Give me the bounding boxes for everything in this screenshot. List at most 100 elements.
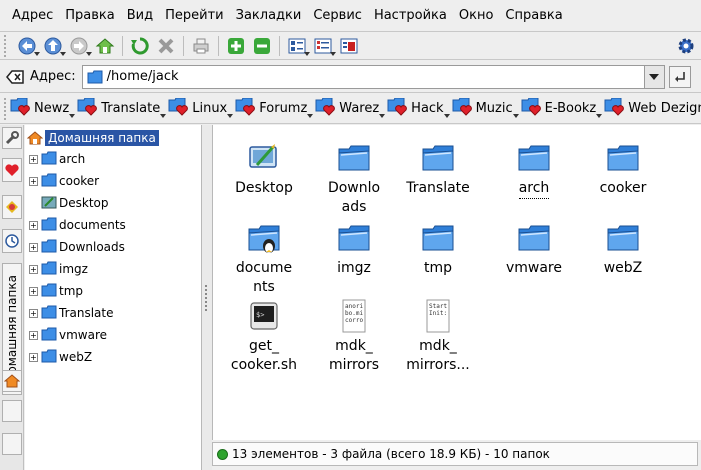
folder-icon xyxy=(395,135,481,175)
bookmark-folder-e-bookz[interactable]: E-Bookz xyxy=(521,97,603,121)
stop-button[interactable] xyxy=(153,34,179,58)
minus-icon xyxy=(254,38,270,54)
tree-item-webz[interactable]: + webZ xyxy=(29,347,92,367)
tree-item-desktop[interactable]: Desktop xyxy=(29,193,109,213)
tree-item-label: imgz xyxy=(59,262,88,276)
file-item[interactable]: anori bo.mi corro mdk_ mirrors xyxy=(311,293,397,375)
sidebar-home-icon-tab[interactable] xyxy=(2,370,22,392)
menu-view[interactable]: Вид xyxy=(121,5,159,27)
sidebar-extra-tab[interactable] xyxy=(2,400,22,422)
bookmarks-toolbar: Newz Translate Linux Forumz Warez Hack Muzic E-… xyxy=(0,94,701,124)
tree-item-tmp[interactable]: + tmp xyxy=(29,281,83,301)
split-view-button[interactable] xyxy=(336,34,362,58)
expand-toggle-icon[interactable]: + xyxy=(29,264,38,274)
file-item[interactable]: imgz xyxy=(311,215,397,278)
menu-settings[interactable]: Настройка xyxy=(368,5,453,27)
bookmarks-grip[interactable] xyxy=(4,97,6,120)
tree-item-cooker[interactable]: + cooker xyxy=(29,171,99,191)
bookmark-folder-muzic[interactable]: Muzic xyxy=(452,97,519,121)
reload-button[interactable] xyxy=(127,34,153,58)
menu-bookmarks[interactable]: Закладки xyxy=(230,5,308,27)
menu-go[interactable]: Перейти xyxy=(159,5,230,27)
file-item[interactable]: docume nts xyxy=(221,215,307,297)
location-input[interactable]: /home/jack xyxy=(81,64,645,89)
file-item[interactable]: cooker xyxy=(580,135,666,198)
menu-edit[interactable]: Правка xyxy=(59,5,120,27)
sidebar-bookmarks-tab[interactable] xyxy=(2,158,22,182)
folder-icon xyxy=(491,215,577,255)
tree-item-downloads[interactable]: + Downloads xyxy=(29,237,125,257)
text-file-icon: Start Init: xyxy=(395,293,481,333)
forward-button[interactable] xyxy=(66,34,92,58)
zoom-in-button[interactable] xyxy=(223,34,249,58)
print-button[interactable] xyxy=(188,34,214,58)
icon-view-button[interactable] xyxy=(284,34,310,58)
file-item[interactable]: Translate xyxy=(395,135,481,198)
file-item[interactable]: tmp xyxy=(395,215,481,278)
tree-root[interactable]: Домашняя папка xyxy=(27,128,159,148)
file-item[interactable]: Start Init: mdk_ mirrors... xyxy=(395,293,481,375)
bookmark-label: Forumz xyxy=(259,101,308,116)
sidebar-devices-tab[interactable] xyxy=(2,195,22,219)
list-view-button[interactable] xyxy=(310,34,336,58)
bookmark-folder-translate[interactable]: Translate xyxy=(77,97,167,121)
tree-item-vmware[interactable]: + vmware xyxy=(29,325,107,345)
sidebar-config-tab[interactable] xyxy=(2,127,22,149)
file-item[interactable]: Downlo ads xyxy=(311,135,397,217)
expand-toggle-icon[interactable]: + xyxy=(29,330,38,340)
file-item[interactable]: Desktop xyxy=(221,135,307,198)
expand-toggle-icon[interactable]: + xyxy=(29,352,38,362)
file-label-line1: mdk_ xyxy=(335,338,373,354)
sidebar-extra-tab-2[interactable] xyxy=(2,433,22,455)
zoom-out-button[interactable] xyxy=(249,34,275,58)
tree-item-documents[interactable]: + documents xyxy=(29,215,126,235)
expand-toggle-icon[interactable]: + xyxy=(29,220,38,230)
bookmark-folder-icon xyxy=(315,97,337,120)
expand-toggle-icon[interactable]: + xyxy=(29,176,38,186)
expand-toggle-icon[interactable]: + xyxy=(29,308,38,318)
up-button[interactable] xyxy=(40,34,66,58)
file-label-line1: Downlo xyxy=(327,180,381,196)
go-button[interactable] xyxy=(668,65,691,88)
menu-address[interactable]: Адрес xyxy=(6,5,59,27)
menu-tools[interactable]: Сервис xyxy=(307,5,368,27)
clear-location-button[interactable] xyxy=(4,65,26,89)
bookmark-folder-linux[interactable]: Linux xyxy=(168,97,234,121)
clock-icon xyxy=(5,234,19,248)
bookmark-folder-web-dezign[interactable]: Web Dezign xyxy=(604,97,701,121)
panel-splitter[interactable] xyxy=(202,125,212,470)
tree-item-imgz[interactable]: + imgz xyxy=(29,259,88,279)
menu-window[interactable]: Окно xyxy=(453,5,500,27)
toolbar-grip[interactable] xyxy=(4,35,10,57)
location-value: /home/jack xyxy=(106,69,179,84)
devices-icon xyxy=(6,201,18,213)
home-icon xyxy=(95,38,115,54)
expand-toggle-icon[interactable]: + xyxy=(29,286,38,296)
heart-icon xyxy=(5,164,19,176)
sidebar-history-tab[interactable] xyxy=(2,229,22,253)
kde-gear-button[interactable] xyxy=(673,34,699,58)
file-label-line2: cooker.sh xyxy=(230,357,298,373)
tree-item-arch[interactable]: + arch xyxy=(29,149,85,169)
expand-toggle-icon[interactable]: + xyxy=(29,154,38,164)
file-label-line2: mirrors... xyxy=(406,357,470,373)
tree-item-translate[interactable]: + Translate xyxy=(29,303,114,323)
expand-toggle-icon[interactable]: + xyxy=(29,242,38,252)
location-history-dropdown[interactable] xyxy=(644,64,665,89)
file-item[interactable]: $> get_ cooker.sh xyxy=(221,293,307,375)
bookmark-label: E-Bookz xyxy=(544,101,597,116)
file-item[interactable]: webZ xyxy=(580,215,666,278)
menu-help[interactable]: Справка xyxy=(499,5,568,27)
bookmark-folder-warez[interactable]: Warez xyxy=(315,97,386,121)
tree-item-label: cooker xyxy=(59,174,100,188)
bookmark-folder-newz[interactable]: Newz xyxy=(10,97,76,121)
home-button[interactable] xyxy=(92,34,118,58)
bookmark-label: Muzic xyxy=(475,101,513,116)
file-item[interactable]: arch xyxy=(491,135,577,199)
back-button[interactable] xyxy=(14,34,40,58)
file-item[interactable]: vmware xyxy=(491,215,577,278)
bookmark-folder-hack[interactable]: Hack xyxy=(387,97,450,121)
stop-icon xyxy=(158,38,174,54)
folder-icon xyxy=(41,283,57,300)
bookmark-folder-forumz[interactable]: Forumz xyxy=(235,97,314,121)
